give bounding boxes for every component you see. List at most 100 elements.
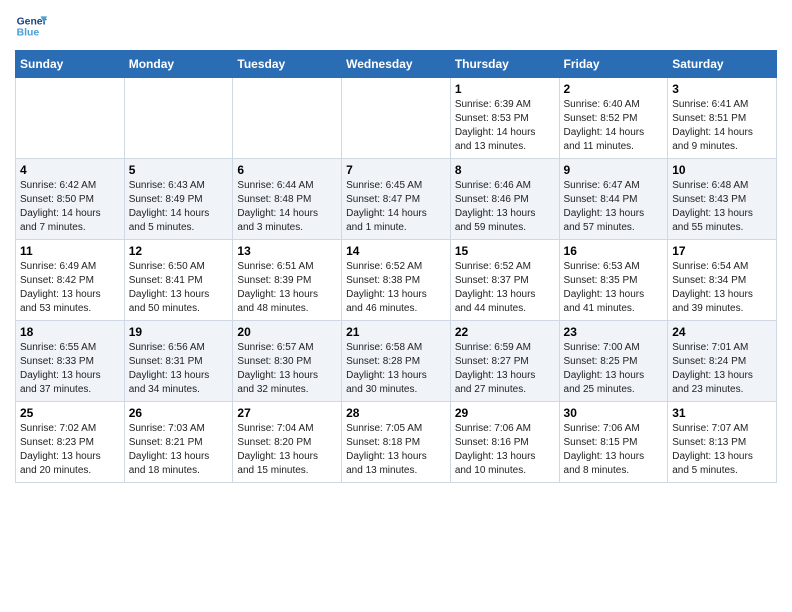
calendar-cell: 14 Sunrise: 6:52 AM Sunset: 8:38 PM Dayli…: [342, 240, 451, 321]
logo-icon: General Blue: [15, 10, 47, 42]
calendar-week-row: 25Sunrise: 7:02 AM Sunset: 8:23 PM Dayli…: [16, 402, 777, 483]
day-info: Sunrise: 6:59 AM Sunset: 8:27 PM Dayligh…: [455, 341, 555, 397]
day-info: Sunrise: 6:45 AM Sunset: 8:47 PM Dayligh…: [346, 179, 446, 235]
day-number: 7: [346, 163, 446, 177]
calendar-cell: 12 Sunrise: 6:50 AM Sunset: 8:41 PM Dayli…: [124, 240, 233, 321]
page-header: General Blue: [15, 10, 777, 42]
day-info: Sunrise: 6:49 AM Sunset: 8:42 PM Dayligh…: [20, 260, 120, 316]
calendar-cell: 8 Sunrise: 6:46 AM Sunset: 8:46 PM Daylig…: [450, 159, 559, 240]
calendar-cell: 20 Sunrise: 6:57 AM Sunset: 8:30 PM Dayli…: [233, 321, 342, 402]
calendar-cell: [233, 78, 342, 159]
calendar-cell: 2 Sunrise: 6:40 AM Sunset: 8:52 PM Daylig…: [559, 78, 668, 159]
day-number: 19: [129, 325, 229, 339]
day-number: 31: [672, 406, 772, 420]
calendar-cell: [342, 78, 451, 159]
day-info: Sunrise: 6:55 AM Sunset: 8:33 PM Dayligh…: [20, 341, 120, 397]
day-info: Sunrise: 7:05 AM Sunset: 8:18 PM Dayligh…: [346, 422, 446, 478]
calendar-cell: 31 Sunrise: 7:07 AM Sunset: 8:13 PM Dayli…: [668, 402, 777, 483]
calendar-cell: 22 Sunrise: 6:59 AM Sunset: 8:27 PM Dayli…: [450, 321, 559, 402]
header-tuesday: Tuesday: [233, 51, 342, 78]
header-sunday: Sunday: [16, 51, 125, 78]
day-info: Sunrise: 7:00 AM Sunset: 8:25 PM Dayligh…: [564, 341, 664, 397]
day-info: Sunrise: 6:41 AM Sunset: 8:51 PM Dayligh…: [672, 98, 772, 154]
calendar-cell: 26Sunrise: 7:03 AM Sunset: 8:21 PM Dayli…: [124, 402, 233, 483]
day-number: 14: [346, 244, 446, 258]
calendar-cell: 25Sunrise: 7:02 AM Sunset: 8:23 PM Dayli…: [16, 402, 125, 483]
day-info: Sunrise: 6:46 AM Sunset: 8:46 PM Dayligh…: [455, 179, 555, 235]
day-info: Sunrise: 7:07 AM Sunset: 8:13 PM Dayligh…: [672, 422, 772, 478]
day-info: Sunrise: 7:06 AM Sunset: 8:16 PM Dayligh…: [455, 422, 555, 478]
day-info: Sunrise: 6:50 AM Sunset: 8:41 PM Dayligh…: [129, 260, 229, 316]
calendar-cell: 16Sunrise: 6:53 AM Sunset: 8:35 PM Dayli…: [559, 240, 668, 321]
day-info: Sunrise: 6:44 AM Sunset: 8:48 PM Dayligh…: [237, 179, 337, 235]
day-number: 2: [564, 82, 664, 96]
calendar-cell: 9 Sunrise: 6:47 AM Sunset: 8:44 PM Daylig…: [559, 159, 668, 240]
day-number: 21: [346, 325, 446, 339]
day-info: Sunrise: 6:52 AM Sunset: 8:37 PM Dayligh…: [455, 260, 555, 316]
day-number: 3: [672, 82, 772, 96]
day-number: 18: [20, 325, 120, 339]
calendar-week-row: 18 Sunrise: 6:55 AM Sunset: 8:33 PM Dayli…: [16, 321, 777, 402]
day-number: 13: [237, 244, 337, 258]
day-info: Sunrise: 6:56 AM Sunset: 8:31 PM Dayligh…: [129, 341, 229, 397]
calendar-cell: 24 Sunrise: 7:01 AM Sunset: 8:24 PM Dayli…: [668, 321, 777, 402]
day-info: Sunrise: 6:58 AM Sunset: 8:28 PM Dayligh…: [346, 341, 446, 397]
day-number: 28: [346, 406, 446, 420]
day-number: 20: [237, 325, 337, 339]
calendar-cell: 28 Sunrise: 7:05 AM Sunset: 8:18 PM Dayli…: [342, 402, 451, 483]
day-info: Sunrise: 6:39 AM Sunset: 8:53 PM Dayligh…: [455, 98, 555, 154]
calendar-cell: 27 Sunrise: 7:04 AM Sunset: 8:20 PM Dayli…: [233, 402, 342, 483]
header-monday: Monday: [124, 51, 233, 78]
calendar-cell: 21 Sunrise: 6:58 AM Sunset: 8:28 PM Dayli…: [342, 321, 451, 402]
calendar-cell: 7 Sunrise: 6:45 AM Sunset: 8:47 PM Daylig…: [342, 159, 451, 240]
day-number: 10: [672, 163, 772, 177]
day-number: 8: [455, 163, 555, 177]
day-info: Sunrise: 7:03 AM Sunset: 8:21 PM Dayligh…: [129, 422, 229, 478]
day-info: Sunrise: 7:01 AM Sunset: 8:24 PM Dayligh…: [672, 341, 772, 397]
calendar-cell: 18 Sunrise: 6:55 AM Sunset: 8:33 PM Dayli…: [16, 321, 125, 402]
header-thursday: Thursday: [450, 51, 559, 78]
calendar-cell: 3 Sunrise: 6:41 AM Sunset: 8:51 PM Daylig…: [668, 78, 777, 159]
day-number: 24: [672, 325, 772, 339]
day-number: 1: [455, 82, 555, 96]
header-saturday: Saturday: [668, 51, 777, 78]
svg-text:Blue: Blue: [17, 28, 40, 39]
calendar-week-row: 4 Sunrise: 6:42 AM Sunset: 8:50 PM Daylig…: [16, 159, 777, 240]
day-info: Sunrise: 6:53 AM Sunset: 8:35 PM Dayligh…: [564, 260, 664, 316]
calendar-cell: 1 Sunrise: 6:39 AM Sunset: 8:53 PM Daylig…: [450, 78, 559, 159]
day-info: Sunrise: 6:42 AM Sunset: 8:50 PM Dayligh…: [20, 179, 120, 235]
day-number: 9: [564, 163, 664, 177]
day-number: 22: [455, 325, 555, 339]
day-info: Sunrise: 7:04 AM Sunset: 8:20 PM Dayligh…: [237, 422, 337, 478]
calendar-cell: 10Sunrise: 6:48 AM Sunset: 8:43 PM Dayli…: [668, 159, 777, 240]
calendar-table: SundayMondayTuesdayWednesdayThursdayFrid…: [15, 50, 777, 483]
day-number: 17: [672, 244, 772, 258]
calendar-cell: 5 Sunrise: 6:43 AM Sunset: 8:49 PM Daylig…: [124, 159, 233, 240]
day-number: 4: [20, 163, 120, 177]
day-info: Sunrise: 6:57 AM Sunset: 8:30 PM Dayligh…: [237, 341, 337, 397]
day-info: Sunrise: 6:51 AM Sunset: 8:39 PM Dayligh…: [237, 260, 337, 316]
day-info: Sunrise: 6:52 AM Sunset: 8:38 PM Dayligh…: [346, 260, 446, 316]
day-number: 6: [237, 163, 337, 177]
calendar-cell: [124, 78, 233, 159]
calendar-cell: 4 Sunrise: 6:42 AM Sunset: 8:50 PM Daylig…: [16, 159, 125, 240]
logo: General Blue: [15, 10, 51, 42]
calendar-week-row: 11Sunrise: 6:49 AM Sunset: 8:42 PM Dayli…: [16, 240, 777, 321]
day-number: 23: [564, 325, 664, 339]
day-number: 15: [455, 244, 555, 258]
day-info: Sunrise: 6:47 AM Sunset: 8:44 PM Dayligh…: [564, 179, 664, 235]
day-number: 25: [20, 406, 120, 420]
calendar-cell: [16, 78, 125, 159]
day-number: 12: [129, 244, 229, 258]
day-number: 5: [129, 163, 229, 177]
calendar-cell: 11Sunrise: 6:49 AM Sunset: 8:42 PM Dayli…: [16, 240, 125, 321]
header-friday: Friday: [559, 51, 668, 78]
day-info: Sunrise: 6:40 AM Sunset: 8:52 PM Dayligh…: [564, 98, 664, 154]
day-info: Sunrise: 6:43 AM Sunset: 8:49 PM Dayligh…: [129, 179, 229, 235]
day-number: 29: [455, 406, 555, 420]
calendar-cell: 30Sunrise: 7:06 AM Sunset: 8:15 PM Dayli…: [559, 402, 668, 483]
calendar-cell: 6 Sunrise: 6:44 AM Sunset: 8:48 PM Daylig…: [233, 159, 342, 240]
day-number: 30: [564, 406, 664, 420]
header-wednesday: Wednesday: [342, 51, 451, 78]
day-number: 27: [237, 406, 337, 420]
